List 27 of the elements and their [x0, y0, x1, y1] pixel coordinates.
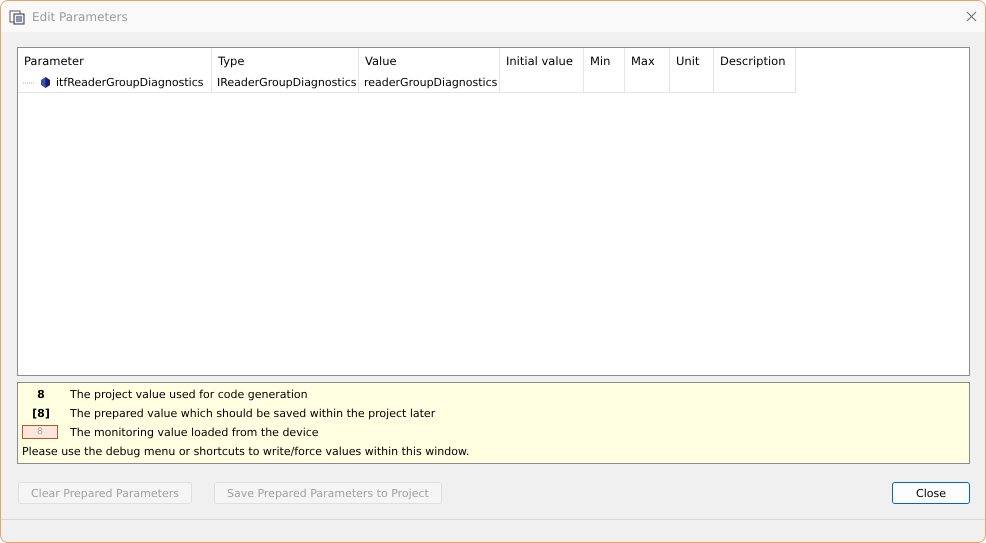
table-cell	[625, 73, 670, 93]
legend-text: The monitoring value loaded from the device	[70, 426, 319, 438]
table-cell	[670, 73, 714, 93]
column-header[interactable]: Min	[584, 48, 625, 73]
column-header[interactable]: Type	[212, 48, 359, 73]
close-icon[interactable]	[966, 11, 977, 22]
column-header[interactable]: Description	[714, 48, 796, 73]
window-icon	[9, 8, 25, 24]
column-header[interactable]: Unit	[670, 48, 714, 73]
column-header[interactable]: Max	[625, 48, 670, 73]
parameter-name: itfReaderGroupDiagnostics	[56, 76, 204, 89]
sample-value: 8	[36, 388, 46, 400]
column-header[interactable]: Initial value	[500, 48, 584, 73]
column-header[interactable]: Parameter	[18, 48, 212, 73]
table-cell	[584, 73, 625, 93]
cube-icon	[41, 77, 50, 88]
legend-text: The prepared value which should be saved within the project later	[70, 406, 436, 420]
legend-note: Please use the debug menu or shortcuts to write/force values within this window.	[22, 445, 470, 458]
tree-line-icon	[23, 82, 35, 84]
close-button[interactable]: Close	[892, 482, 970, 504]
table-cell: IReaderGroupDiagnostics	[212, 73, 359, 93]
legend-text: The project value used for code generation	[70, 388, 308, 400]
sample-value: [8]	[31, 406, 51, 420]
window-title: Edit Parameters	[32, 10, 129, 24]
column-header[interactable]: Value	[359, 48, 500, 73]
sample-value: 8	[22, 425, 58, 439]
table-cell: readerGroupDiagnostics	[359, 73, 500, 93]
